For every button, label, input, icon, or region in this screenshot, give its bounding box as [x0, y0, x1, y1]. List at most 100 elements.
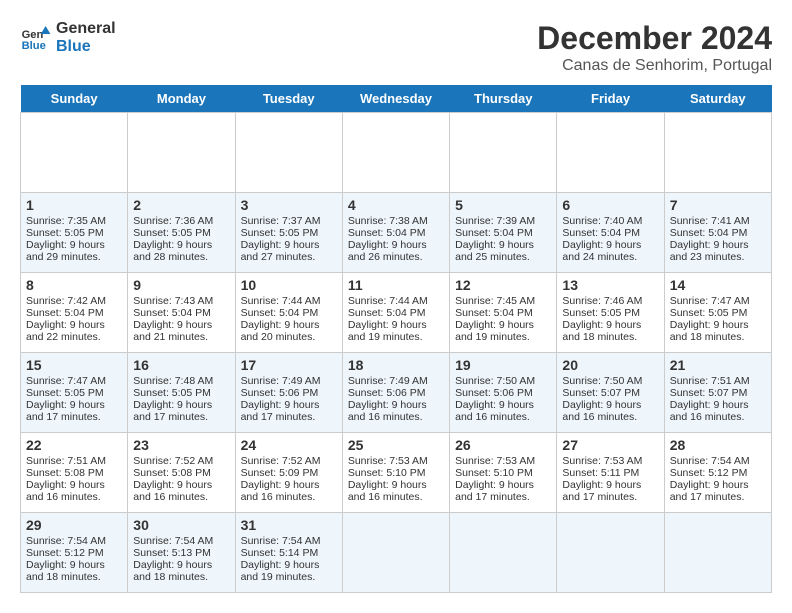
- sunset-text: Sunset: 5:12 PM: [670, 467, 766, 479]
- calendar-cell: [342, 513, 449, 593]
- day-number: 17: [241, 357, 337, 373]
- calendar-cell: 4Sunrise: 7:38 AMSunset: 5:04 PMDaylight…: [342, 193, 449, 273]
- sunrise-text: Sunrise: 7:41 AM: [670, 215, 766, 227]
- sunrise-text: Sunrise: 7:53 AM: [562, 455, 658, 467]
- day-header-tuesday: Tuesday: [235, 85, 342, 113]
- logo-line1: General: [56, 20, 116, 38]
- calendar-cell: 19Sunrise: 7:50 AMSunset: 5:06 PMDayligh…: [450, 353, 557, 433]
- sunrise-text: Sunrise: 7:44 AM: [241, 295, 337, 307]
- day-number: 3: [241, 197, 337, 213]
- daylight-text: Daylight: 9 hours and 18 minutes.: [670, 319, 766, 343]
- day-header-thursday: Thursday: [450, 85, 557, 113]
- sunset-text: Sunset: 5:13 PM: [133, 547, 229, 559]
- calendar-cell: 8Sunrise: 7:42 AMSunset: 5:04 PMDaylight…: [21, 273, 128, 353]
- daylight-text: Daylight: 9 hours and 17 minutes.: [133, 399, 229, 423]
- daylight-text: Daylight: 9 hours and 17 minutes.: [455, 479, 551, 503]
- logo-icon: Gen Blue: [20, 22, 52, 54]
- sunrise-text: Sunrise: 7:46 AM: [562, 295, 658, 307]
- daylight-text: Daylight: 9 hours and 16 minutes.: [562, 399, 658, 423]
- daylight-text: Daylight: 9 hours and 19 minutes.: [348, 319, 444, 343]
- sunset-text: Sunset: 5:05 PM: [241, 227, 337, 239]
- day-number: 5: [455, 197, 551, 213]
- sunrise-text: Sunrise: 7:54 AM: [133, 535, 229, 547]
- calendar-cell: [664, 513, 771, 593]
- daylight-text: Daylight: 9 hours and 29 minutes.: [26, 239, 122, 263]
- calendar-week-row: 22Sunrise: 7:51 AMSunset: 5:08 PMDayligh…: [21, 433, 772, 513]
- sunset-text: Sunset: 5:08 PM: [26, 467, 122, 479]
- calendar-week-row: [21, 113, 772, 193]
- sunrise-text: Sunrise: 7:54 AM: [670, 455, 766, 467]
- daylight-text: Daylight: 9 hours and 16 minutes.: [670, 399, 766, 423]
- calendar-cell: 28Sunrise: 7:54 AMSunset: 5:12 PMDayligh…: [664, 433, 771, 513]
- daylight-text: Daylight: 9 hours and 28 minutes.: [133, 239, 229, 263]
- calendar-cell: [664, 113, 771, 193]
- sunrise-text: Sunrise: 7:47 AM: [26, 375, 122, 387]
- calendar-week-row: 29Sunrise: 7:54 AMSunset: 5:12 PMDayligh…: [21, 513, 772, 593]
- day-number: 25: [348, 437, 444, 453]
- calendar-cell: 20Sunrise: 7:50 AMSunset: 5:07 PMDayligh…: [557, 353, 664, 433]
- day-number: 20: [562, 357, 658, 373]
- day-number: 13: [562, 277, 658, 293]
- day-number: 15: [26, 357, 122, 373]
- sunset-text: Sunset: 5:10 PM: [455, 467, 551, 479]
- calendar-cell: 29Sunrise: 7:54 AMSunset: 5:12 PMDayligh…: [21, 513, 128, 593]
- sunset-text: Sunset: 5:04 PM: [455, 227, 551, 239]
- calendar-cell: 15Sunrise: 7:47 AMSunset: 5:05 PMDayligh…: [21, 353, 128, 433]
- calendar-cell: [235, 113, 342, 193]
- day-number: 1: [26, 197, 122, 213]
- sunset-text: Sunset: 5:05 PM: [670, 307, 766, 319]
- daylight-text: Daylight: 9 hours and 19 minutes.: [241, 559, 337, 583]
- daylight-text: Daylight: 9 hours and 22 minutes.: [26, 319, 122, 343]
- location-title: Canas de Senhorim, Portugal: [537, 57, 772, 75]
- calendar-cell: 14Sunrise: 7:47 AMSunset: 5:05 PMDayligh…: [664, 273, 771, 353]
- sunrise-text: Sunrise: 7:54 AM: [241, 535, 337, 547]
- sunset-text: Sunset: 5:09 PM: [241, 467, 337, 479]
- sunset-text: Sunset: 5:05 PM: [26, 227, 122, 239]
- calendar-cell: 23Sunrise: 7:52 AMSunset: 5:08 PMDayligh…: [128, 433, 235, 513]
- logo-line2: Blue: [56, 38, 116, 56]
- day-number: 29: [26, 517, 122, 533]
- sunrise-text: Sunrise: 7:51 AM: [670, 375, 766, 387]
- calendar-cell: 1Sunrise: 7:35 AMSunset: 5:05 PMDaylight…: [21, 193, 128, 273]
- daylight-text: Daylight: 9 hours and 17 minutes.: [562, 479, 658, 503]
- calendar-cell: 10Sunrise: 7:44 AMSunset: 5:04 PMDayligh…: [235, 273, 342, 353]
- daylight-text: Daylight: 9 hours and 17 minutes.: [670, 479, 766, 503]
- sunset-text: Sunset: 5:04 PM: [26, 307, 122, 319]
- sunrise-text: Sunrise: 7:44 AM: [348, 295, 444, 307]
- calendar-cell: 31Sunrise: 7:54 AMSunset: 5:14 PMDayligh…: [235, 513, 342, 593]
- sunrise-text: Sunrise: 7:38 AM: [348, 215, 444, 227]
- sunset-text: Sunset: 5:06 PM: [348, 387, 444, 399]
- sunrise-text: Sunrise: 7:39 AM: [455, 215, 551, 227]
- daylight-text: Daylight: 9 hours and 23 minutes.: [670, 239, 766, 263]
- svg-text:Gen: Gen: [22, 29, 44, 41]
- calendar-week-row: 1Sunrise: 7:35 AMSunset: 5:05 PMDaylight…: [21, 193, 772, 273]
- sunset-text: Sunset: 5:10 PM: [348, 467, 444, 479]
- day-number: 10: [241, 277, 337, 293]
- calendar-cell: [450, 513, 557, 593]
- svg-text:Blue: Blue: [22, 40, 46, 52]
- sunrise-text: Sunrise: 7:54 AM: [26, 535, 122, 547]
- calendar-cell: [21, 113, 128, 193]
- calendar-week-row: 15Sunrise: 7:47 AMSunset: 5:05 PMDayligh…: [21, 353, 772, 433]
- calendar-cell: 7Sunrise: 7:41 AMSunset: 5:04 PMDaylight…: [664, 193, 771, 273]
- calendar-cell: 27Sunrise: 7:53 AMSunset: 5:11 PMDayligh…: [557, 433, 664, 513]
- sunset-text: Sunset: 5:04 PM: [241, 307, 337, 319]
- calendar-cell: 26Sunrise: 7:53 AMSunset: 5:10 PMDayligh…: [450, 433, 557, 513]
- daylight-text: Daylight: 9 hours and 18 minutes.: [26, 559, 122, 583]
- day-number: 6: [562, 197, 658, 213]
- sunset-text: Sunset: 5:07 PM: [562, 387, 658, 399]
- sunset-text: Sunset: 5:11 PM: [562, 467, 658, 479]
- day-number: 30: [133, 517, 229, 533]
- calendar-cell: 6Sunrise: 7:40 AMSunset: 5:04 PMDaylight…: [557, 193, 664, 273]
- sunrise-text: Sunrise: 7:53 AM: [348, 455, 444, 467]
- day-number: 21: [670, 357, 766, 373]
- calendar-cell: 2Sunrise: 7:36 AMSunset: 5:05 PMDaylight…: [128, 193, 235, 273]
- day-number: 4: [348, 197, 444, 213]
- calendar-cell: 13Sunrise: 7:46 AMSunset: 5:05 PMDayligh…: [557, 273, 664, 353]
- sunset-text: Sunset: 5:05 PM: [133, 387, 229, 399]
- calendar-cell: 12Sunrise: 7:45 AMSunset: 5:04 PMDayligh…: [450, 273, 557, 353]
- calendar-cell: 5Sunrise: 7:39 AMSunset: 5:04 PMDaylight…: [450, 193, 557, 273]
- sunrise-text: Sunrise: 7:36 AM: [133, 215, 229, 227]
- calendar-cell: 30Sunrise: 7:54 AMSunset: 5:13 PMDayligh…: [128, 513, 235, 593]
- calendar-cell: 24Sunrise: 7:52 AMSunset: 5:09 PMDayligh…: [235, 433, 342, 513]
